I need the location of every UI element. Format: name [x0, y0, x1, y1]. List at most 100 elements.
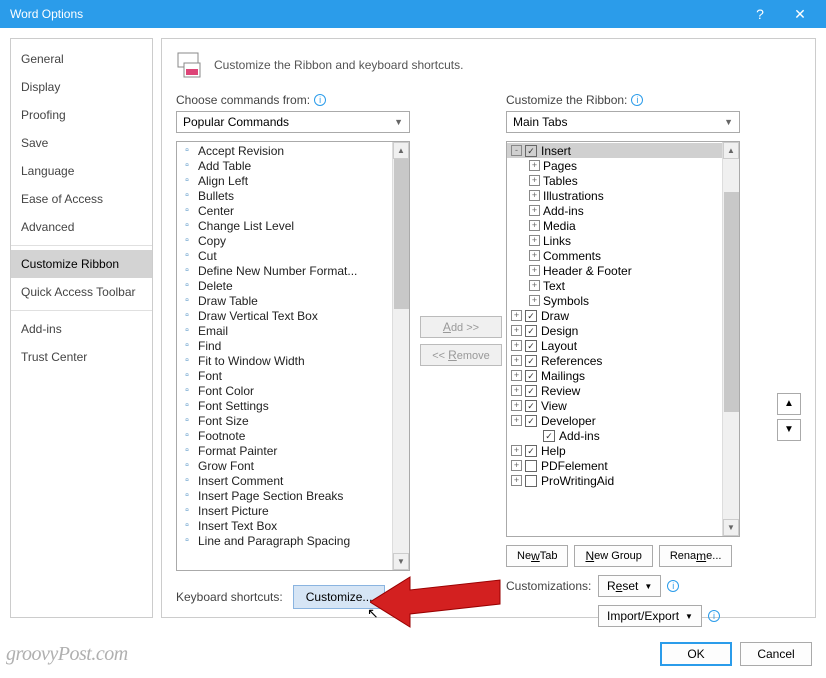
expand-icon[interactable]: + [529, 250, 540, 261]
command-item[interactable]: ▫Footnote [177, 428, 409, 443]
command-item[interactable]: ▫Copy [177, 233, 409, 248]
expand-icon[interactable]: + [529, 235, 540, 246]
new-tab-button[interactable]: New Tab [506, 545, 568, 567]
move-down-button[interactable]: ▼ [777, 419, 801, 441]
expand-icon[interactable]: + [529, 190, 540, 201]
sidebar-item-ease-of-access[interactable]: Ease of Access [11, 185, 152, 213]
tree-item[interactable]: +Links [507, 233, 739, 248]
ribbon-tree[interactable]: -✓Insert+Pages+Tables+Illustrations+Add-… [506, 141, 740, 537]
scroll-down-button[interactable]: ▼ [723, 519, 739, 536]
tree-item[interactable]: +✓View [507, 398, 739, 413]
checkbox[interactable]: ✓ [525, 310, 537, 322]
command-item[interactable]: ▫Add Table▸ [177, 158, 409, 173]
scroll-thumb[interactable] [394, 159, 409, 309]
command-item[interactable]: ▫Grow Font [177, 458, 409, 473]
sidebar-item-general[interactable]: General [11, 45, 152, 73]
tree-item[interactable]: +Media [507, 218, 739, 233]
tree-item[interactable]: +✓Draw [507, 308, 739, 323]
tree-item[interactable]: +ProWritingAid [507, 473, 739, 488]
command-item[interactable]: ▫Delete [177, 278, 409, 293]
checkbox[interactable]: ✓ [525, 370, 537, 382]
expand-icon[interactable]: + [511, 415, 522, 426]
expand-icon[interactable]: + [511, 475, 522, 486]
command-item[interactable]: ▫Format Painter [177, 443, 409, 458]
tree-item[interactable]: +Symbols [507, 293, 739, 308]
ok-button[interactable]: OK [660, 642, 732, 666]
command-item[interactable]: ▫Email [177, 323, 409, 338]
expand-icon[interactable]: + [511, 310, 522, 321]
tree-item[interactable]: +✓References [507, 353, 739, 368]
ribbon-dropdown[interactable]: Main Tabs▼ [506, 111, 740, 133]
close-button[interactable]: ✕ [780, 6, 820, 23]
expand-icon[interactable]: + [511, 385, 522, 396]
tree-item[interactable]: +✓Developer [507, 413, 739, 428]
tree-item[interactable]: +✓Help [507, 443, 739, 458]
help-button[interactable]: ? [740, 6, 780, 22]
sidebar-item-advanced[interactable]: Advanced [11, 213, 152, 241]
command-item[interactable]: ▫Insert Page Section Breaks▸ [177, 488, 409, 503]
cancel-button[interactable]: Cancel [740, 642, 812, 666]
commands-from-dropdown[interactable]: Popular Commands▼ [176, 111, 410, 133]
checkbox[interactable]: ✓ [525, 445, 537, 457]
scroll-up-button[interactable]: ▲ [393, 142, 409, 159]
expand-icon[interactable]: + [511, 370, 522, 381]
import-export-dropdown[interactable]: Import/Export▼ [598, 605, 702, 627]
info-icon[interactable]: i [314, 94, 326, 106]
tree-item[interactable]: +PDFelement [507, 458, 739, 473]
expand-icon[interactable]: + [511, 460, 522, 471]
expand-icon[interactable]: + [529, 160, 540, 171]
tree-item[interactable]: +Illustrations [507, 188, 739, 203]
checkbox[interactable] [525, 460, 537, 472]
expand-icon[interactable]: + [529, 175, 540, 186]
expand-icon[interactable]: + [529, 265, 540, 276]
scroll-up-button[interactable]: ▲ [723, 142, 739, 159]
tree-item[interactable]: +Header & Footer [507, 263, 739, 278]
tree-item[interactable]: +Text [507, 278, 739, 293]
sidebar-item-customize-ribbon[interactable]: Customize Ribbon [11, 250, 152, 278]
checkbox[interactable]: ✓ [525, 145, 537, 157]
scrollbar[interactable]: ▲ ▼ [722, 142, 739, 536]
info-icon[interactable]: i [667, 580, 679, 592]
add-button[interactable]: Add >> [420, 316, 502, 338]
info-icon[interactable]: i [631, 94, 643, 106]
scroll-down-button[interactable]: ▼ [393, 553, 409, 570]
tree-item[interactable]: +Comments [507, 248, 739, 263]
expand-icon[interactable]: + [511, 340, 522, 351]
command-item[interactable]: ▫Font▸ [177, 368, 409, 383]
sidebar-item-trust-center[interactable]: Trust Center [11, 343, 152, 371]
command-item[interactable]: ▫Center [177, 203, 409, 218]
tree-item[interactable]: +✓Design [507, 323, 739, 338]
tree-item[interactable]: -✓Insert [507, 143, 739, 158]
new-group-button[interactable]: New Group [574, 545, 652, 567]
checkbox[interactable] [525, 475, 537, 487]
expand-icon[interactable]: + [529, 220, 540, 231]
sidebar-item-display[interactable]: Display [11, 73, 152, 101]
sidebar-item-add-ins[interactable]: Add-ins [11, 315, 152, 343]
command-item[interactable]: ▫Insert Comment [177, 473, 409, 488]
info-icon[interactable]: i [708, 610, 720, 622]
command-item[interactable]: ▫Line and Paragraph Spacing▸ [177, 533, 409, 548]
sidebar-item-language[interactable]: Language [11, 157, 152, 185]
checkbox[interactable]: ✓ [525, 400, 537, 412]
expand-icon[interactable]: + [529, 280, 540, 291]
tree-item[interactable]: +Tables [507, 173, 739, 188]
customize-shortcuts-button[interactable]: Customize... [293, 585, 386, 609]
command-item[interactable]: ▫Insert Picture [177, 503, 409, 518]
command-item[interactable]: ▫Font Settings [177, 398, 409, 413]
command-item[interactable]: ▫Change List Level▸ [177, 218, 409, 233]
expand-icon[interactable]: + [511, 445, 522, 456]
expand-icon[interactable]: + [511, 325, 522, 336]
commands-listbox[interactable]: ▫Accept Revision▫Add Table▸▫Align Left▫B… [176, 141, 410, 571]
scrollbar[interactable]: ▲ ▼ [392, 142, 409, 570]
expand-icon[interactable]: - [511, 145, 522, 156]
command-item[interactable]: ▫Font Size▸ [177, 413, 409, 428]
checkbox[interactable]: ✓ [525, 385, 537, 397]
checkbox[interactable]: ✓ [525, 325, 537, 337]
expand-icon[interactable]: + [529, 205, 540, 216]
command-item[interactable]: ▫Accept Revision [177, 143, 409, 158]
sidebar-item-quick-access-toolbar[interactable]: Quick Access Toolbar [11, 278, 152, 306]
expand-icon[interactable]: + [529, 295, 540, 306]
checkbox[interactable]: ✓ [543, 430, 555, 442]
command-item[interactable]: ▫Align Left [177, 173, 409, 188]
reset-dropdown[interactable]: Reset▼ [598, 575, 661, 597]
